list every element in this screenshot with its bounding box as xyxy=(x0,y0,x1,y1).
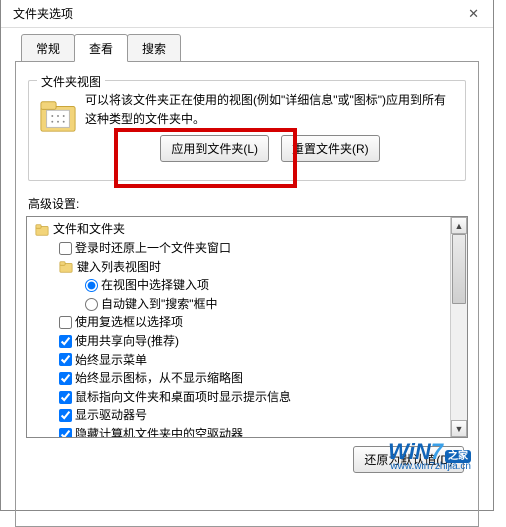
folder-view-text: 可以将该文件夹正在使用的视图(例如"详细信息"或"图标")应用到所有这种类型的文… xyxy=(85,91,455,162)
tree-item[interactable]: 隐藏计算机文件夹中的空驱动器 xyxy=(31,425,465,438)
tree-radio[interactable] xyxy=(85,279,98,292)
folder-view-title: 文件夹视图 xyxy=(37,73,105,90)
window-title: 文件夹选项 xyxy=(13,5,73,22)
tree-item-label: 使用共享向导(推荐) xyxy=(75,332,179,351)
tree-radio[interactable] xyxy=(85,298,98,311)
tree-checkbox[interactable] xyxy=(59,409,72,422)
scroll-down-icon[interactable]: ▼ xyxy=(451,420,467,437)
tree-item[interactable]: 鼠标指向文件夹和桌面项时显示提示信息 xyxy=(31,388,465,407)
scroll-thumb[interactable] xyxy=(452,234,466,304)
advanced-settings-label: 高级设置: xyxy=(28,195,468,212)
folder-view-description: 可以将该文件夹正在使用的视图(例如"详细信息"或"图标")应用到所有这种类型的文… xyxy=(85,91,455,129)
tree-checkbox[interactable] xyxy=(59,353,72,366)
folder-icon xyxy=(39,97,77,135)
tree-item-label: 始终显示菜单 xyxy=(75,351,147,370)
tree-checkbox[interactable] xyxy=(59,372,72,385)
title-bar: 文件夹选项 ✕ xyxy=(1,0,493,28)
close-icon[interactable]: ✕ xyxy=(458,6,489,22)
tree-item-label: 显示驱动器号 xyxy=(75,406,147,425)
restore-defaults-button[interactable]: 还原为默认值(D) xyxy=(353,446,464,473)
tab-search[interactable]: 搜索 xyxy=(127,34,181,62)
tree-checkbox[interactable] xyxy=(59,391,72,404)
tree-checkbox[interactable] xyxy=(59,242,72,255)
tree-item[interactable]: 自动键入到"搜索"框中 xyxy=(31,295,465,314)
tree-item: 文件和文件夹 xyxy=(31,220,465,239)
tree-item[interactable]: 使用复选框以选择项 xyxy=(31,313,465,332)
folder-options-window: 文件夹选项 ✕ 常规 查看 搜索 文件夹视图 可以将该文件夹正在使用的视图(例如… xyxy=(0,0,494,511)
apply-to-folders-button[interactable]: 应用到文件夹(L) xyxy=(160,135,269,162)
tab-strip: 常规 查看 搜索 xyxy=(21,34,493,62)
reset-folders-button[interactable]: 重置文件夹(R) xyxy=(281,135,380,162)
tree-item[interactable]: 使用共享向导(推荐) xyxy=(31,332,465,351)
view-panel: 文件夹视图 可以将该文件夹正在使用的视图(例如"详细信息"或"图标")应用到所有… xyxy=(15,61,479,527)
tree-item-label: 在视图中选择键入项 xyxy=(101,276,209,295)
tree-item-label: 使用复选框以选择项 xyxy=(75,313,183,332)
scrollbar[interactable]: ▲ ▼ xyxy=(450,217,467,437)
tree-checkbox[interactable] xyxy=(59,316,72,329)
tree-item[interactable]: 登录时还原上一个文件夹窗口 xyxy=(31,239,465,258)
tree-item-label: 自动键入到"搜索"框中 xyxy=(101,295,218,314)
tree-item-label: 始终显示图标，从不显示缩略图 xyxy=(75,369,243,388)
tree-item-label: 文件和文件夹 xyxy=(53,220,125,239)
folder-view-group: 文件夹视图 可以将该文件夹正在使用的视图(例如"详细信息"或"图标")应用到所有… xyxy=(28,80,466,181)
tree-item[interactable]: 始终显示菜单 xyxy=(31,351,465,370)
tab-view[interactable]: 查看 xyxy=(74,34,128,62)
tree-item-label: 键入列表视图时 xyxy=(77,258,161,277)
scroll-up-icon[interactable]: ▲ xyxy=(451,217,467,234)
tree-checkbox[interactable] xyxy=(59,428,72,439)
tree-item-label: 鼠标指向文件夹和桌面项时显示提示信息 xyxy=(75,388,291,407)
tree-item-label: 登录时还原上一个文件夹窗口 xyxy=(75,239,231,258)
tree-item: 键入列表视图时 xyxy=(31,258,465,277)
tree-item-label: 隐藏计算机文件夹中的空驱动器 xyxy=(75,425,243,438)
tab-general[interactable]: 常规 xyxy=(21,34,75,62)
advanced-settings-tree: 文件和文件夹登录时还原上一个文件夹窗口键入列表视图时在视图中选择键入项自动键入到… xyxy=(26,216,468,438)
tree-item[interactable]: 显示驱动器号 xyxy=(31,406,465,425)
tree-checkbox[interactable] xyxy=(59,335,72,348)
tree-item[interactable]: 始终显示图标，从不显示缩略图 xyxy=(31,369,465,388)
tree-item[interactable]: 在视图中选择键入项 xyxy=(31,276,465,295)
